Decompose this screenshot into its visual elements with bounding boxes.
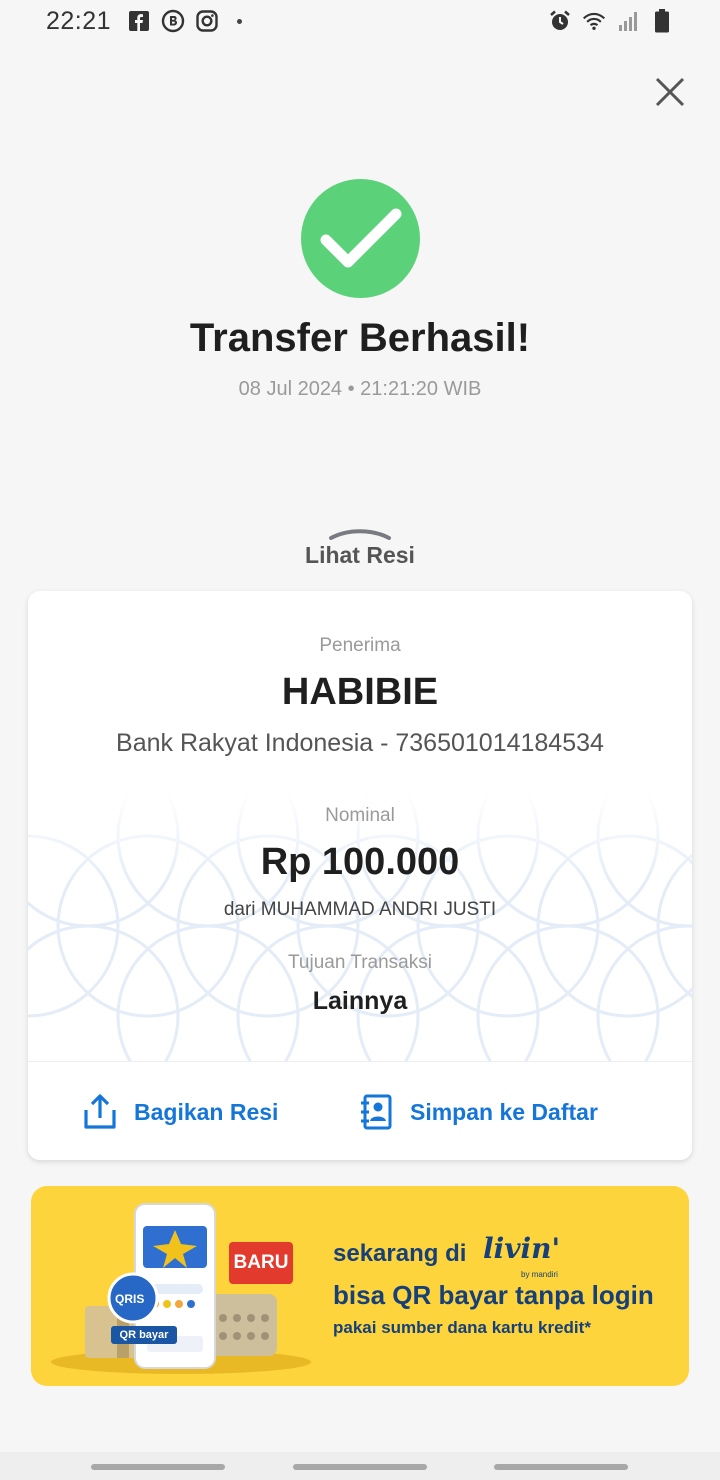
facebook-icon bbox=[127, 9, 151, 33]
screen: 22:21 Transfer Berhasil! 08 Jul 2024 • 2… bbox=[0, 0, 720, 1480]
qr-bayar-label: QR bayar bbox=[111, 1326, 177, 1344]
share-icon bbox=[80, 1092, 120, 1132]
wifi-icon bbox=[582, 9, 606, 33]
close-icon bbox=[655, 77, 685, 107]
status-icons-right bbox=[548, 9, 674, 33]
status-icons-left bbox=[127, 9, 243, 33]
status-bar: 22:21 bbox=[0, 0, 720, 42]
battery-icon bbox=[650, 9, 674, 33]
recipient-bank-account: Bank Rakyat Indonesia - 736501014184534 bbox=[116, 729, 604, 757]
nav-recents-handle[interactable] bbox=[91, 1464, 225, 1470]
instagram-icon bbox=[195, 9, 219, 33]
recipient-name: HABIBIE bbox=[281, 671, 439, 713]
new-badge: BARU bbox=[229, 1242, 293, 1284]
promo-line-3: pakai sumber dana kartu kredit* bbox=[333, 1318, 591, 1337]
promo-line-1: sekarang di bbox=[333, 1240, 467, 1267]
notification-dot bbox=[237, 18, 243, 24]
view-receipt-toggle[interactable]: Lihat Resi bbox=[260, 526, 460, 578]
purpose-value: Lainnya bbox=[312, 987, 408, 1015]
nav-back-handle[interactable] bbox=[494, 1464, 628, 1470]
transaction-datetime: 08 Jul 2024 • 21:21:20 WIB bbox=[238, 378, 482, 400]
livin-logo-sub: by mandiri bbox=[521, 1270, 558, 1279]
recipient-label: Penerima bbox=[319, 635, 401, 656]
receipt-card: Penerima HABIBIE Bank Rakyat Indonesia -… bbox=[28, 591, 692, 1160]
navigation-bar bbox=[0, 1452, 720, 1480]
sender-name: dari MUHAMMAD ANDRI JUSTI bbox=[223, 899, 497, 920]
livin-logo: livin' bbox=[483, 1232, 561, 1265]
batik-pattern bbox=[28, 791, 692, 1061]
chevron-up-icon bbox=[329, 529, 391, 540]
share-receipt-label: Bagikan Resi bbox=[134, 1098, 279, 1125]
amount-value: Rp 100.000 bbox=[260, 841, 460, 883]
amount-label: Nominal bbox=[325, 805, 395, 826]
b-app-icon bbox=[161, 9, 185, 33]
close-button[interactable] bbox=[650, 72, 690, 112]
save-to-list-button[interactable]: Simpan ke Daftar bbox=[356, 1092, 598, 1132]
promo-illustration bbox=[51, 1203, 311, 1374]
view-receipt-label: Lihat Resi bbox=[305, 542, 415, 568]
purpose-label: Tujuan Transaksi bbox=[288, 952, 432, 973]
signal-icon bbox=[616, 9, 640, 33]
promo-line-2: bisa QR bayar tanpa login bbox=[333, 1280, 654, 1310]
promo-banner[interactable]: QRIS QR bayar BARU sekarang di livin' by… bbox=[31, 1186, 689, 1386]
check-circle-icon bbox=[301, 179, 420, 298]
save-to-list-label: Simpan ke Daftar bbox=[410, 1098, 598, 1125]
alarm-icon bbox=[548, 9, 572, 33]
share-receipt-button[interactable]: Bagikan Resi bbox=[80, 1092, 278, 1132]
nav-home-handle[interactable] bbox=[293, 1464, 427, 1470]
page-title: Transfer Berhasil! bbox=[189, 316, 531, 360]
status-time: 22:21 bbox=[46, 6, 112, 35]
receipt-actions: Bagikan Resi Simpan ke Daftar bbox=[28, 1061, 692, 1160]
save-contact-icon bbox=[356, 1092, 396, 1132]
qris-logo-text: QRIS bbox=[115, 1292, 145, 1306]
